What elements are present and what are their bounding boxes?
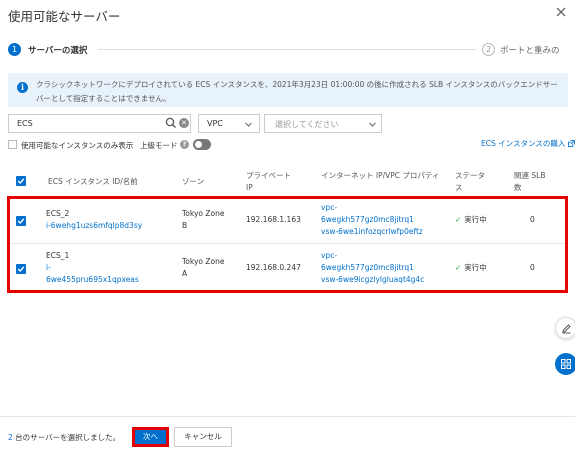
selected-count-text: 2 台のサーバーを選択しました。 (8, 432, 120, 443)
info-banner: i クラシックネットワークにデプロイされている ECS インスタンスを、2021… (8, 73, 568, 107)
next-button[interactable]: 次へ (135, 430, 166, 444)
step-2-number: 2 (482, 43, 495, 56)
info-icon: i (17, 82, 28, 93)
server-dialog: 使用可能なサーバー 1 サーバーの選択 2 ポートと重みの i クラシックネット… (0, 0, 575, 456)
edit-icon (562, 324, 571, 334)
cancel-button[interactable]: キャンセル (174, 427, 232, 447)
advanced-mode-toggle[interactable] (193, 139, 211, 150)
help-icon[interactable]: ? (180, 140, 189, 149)
buy-ecs-link[interactable]: ECS インスタンスの購入 (481, 138, 575, 149)
buy-ecs-link-text: ECS インスタンスの購入 (481, 139, 566, 148)
edit-button[interactable] (555, 317, 575, 339)
column-header-zone[interactable]: ゾーン (182, 176, 232, 188)
column-header-private-ip[interactable]: プライベート IP (246, 170, 294, 194)
search-input[interactable]: ECS ✕ (8, 114, 191, 133)
step-1-number: 1 (8, 43, 21, 56)
grid-button[interactable] (555, 353, 575, 375)
step-divider (98, 49, 476, 50)
step-indicator: 1 サーバーの選択 2 ポートと重みの (8, 43, 575, 57)
step-1-label: サーバーの選択 (28, 46, 88, 56)
dialog-title: 使用可能なサーバー (8, 9, 121, 24)
search-icon[interactable] (165, 117, 177, 129)
advanced-mode-label: 上級モード (140, 141, 178, 150)
external-link-icon (568, 140, 575, 147)
search-value: ECS (17, 119, 33, 128)
info-text: クラシックネットワークにデプロイされている ECS インスタンスを、2021年3… (36, 80, 558, 103)
close-icon[interactable] (556, 6, 566, 21)
select-all-checkbox[interactable] (16, 176, 26, 186)
column-header-slb[interactable]: 関連 SLB 数 (514, 170, 550, 194)
selected-rows-highlight (7, 196, 568, 293)
chevron-down-icon (245, 122, 252, 127)
step-2-label: ポートと重みの (500, 46, 560, 56)
grid-icon (561, 359, 571, 369)
network-type-select[interactable]: VPC (198, 114, 260, 133)
toggle-knob (195, 141, 202, 148)
clear-icon[interactable]: ✕ (179, 118, 189, 128)
available-only-label: 使用可能なインスタンスのみ表示 (21, 141, 134, 150)
column-header-instance[interactable]: ECS インスタンス ID/名前 (48, 176, 173, 188)
available-only-checkbox[interactable] (8, 140, 17, 149)
footer-divider (0, 416, 575, 417)
selected-suffix: 台のサーバーを選択しました。 (12, 433, 121, 442)
vpc-select[interactable]: 選択してください (264, 114, 382, 133)
network-type-value: VPC (207, 119, 223, 128)
column-header-status[interactable]: ステータス (455, 170, 491, 194)
chevron-down-icon (369, 122, 376, 127)
column-header-public-ip[interactable]: インターネット IP/VPC プロパティ (321, 170, 447, 182)
vpc-select-placeholder: 選択してください (275, 120, 339, 129)
